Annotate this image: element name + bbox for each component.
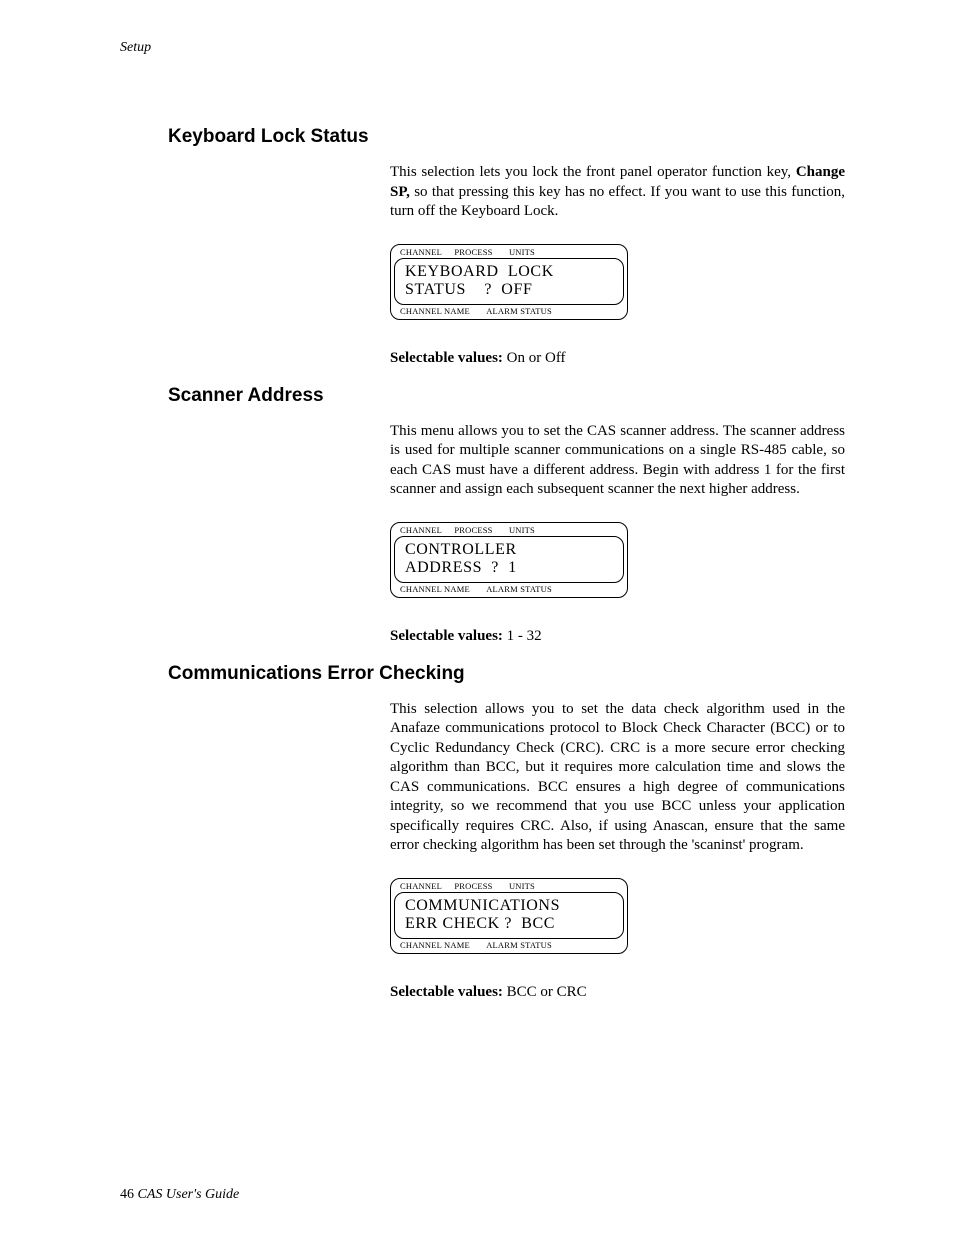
lcd-label-process: PROCESS — [454, 525, 492, 535]
lcd-label-alarm-status: ALARM STATUS — [486, 584, 552, 594]
text-run: This selection lets you lock the front p… — [390, 164, 796, 180]
lcd-label-process: PROCESS — [454, 881, 492, 891]
page-header-section: Setup — [120, 40, 844, 56]
document-page: Setup Keyboard Lock Status This selectio… — [0, 0, 954, 1235]
lcd-line-1: CONTROLLER — [405, 541, 613, 559]
lcd-frame: CHANNEL PROCESS UNITS KEYBOARD LOCK STAT… — [390, 244, 628, 320]
lcd-label-channel: CHANNEL — [400, 525, 442, 535]
selectable-values-comm-err: Selectable values: BCC or CRC — [390, 984, 845, 1001]
lcd-line-1: KEYBOARD LOCK — [405, 263, 613, 281]
selectable-values-scanner-address: Selectable values: 1 - 32 — [390, 628, 845, 645]
selectable-label: Selectable values: — [390, 628, 503, 644]
lcd-label-units: UNITS — [509, 525, 535, 535]
lcd-label-alarm-status: ALARM STATUS — [486, 306, 552, 316]
lcd-bottom-labels: CHANNEL NAME ALARM STATUS — [394, 940, 624, 950]
selectable-value: BCC or CRC — [503, 984, 587, 1000]
selectable-block: Selectable values: BCC or CRC — [390, 984, 845, 1001]
lcd-screen: CONTROLLER ADDRESS ? 1 — [394, 536, 624, 583]
lcd-label-units: UNITS — [509, 881, 535, 891]
text-run: so that pressing this key has no effect.… — [390, 184, 845, 220]
heading-comm-err: Communications Error Checking — [168, 663, 844, 685]
lcd-label-channel-name: CHANNEL NAME — [400, 584, 470, 594]
paragraph-scanner-address: This menu allows you to set the CAS scan… — [390, 422, 845, 500]
selectable-block: Selectable values: On or Off — [390, 350, 845, 367]
lcd-label-alarm-status: ALARM STATUS — [486, 940, 552, 950]
selectable-block: Selectable values: 1 - 32 — [390, 628, 845, 645]
lcd-top-labels: CHANNEL PROCESS UNITS — [394, 247, 624, 257]
lcd-label-channel-name: CHANNEL NAME — [400, 940, 470, 950]
lcd-screen: COMMUNICATIONS ERR CHECK ? BCC — [394, 892, 624, 939]
lcd-line-2: STATUS ? OFF — [405, 281, 613, 299]
lcd-top-labels: CHANNEL PROCESS UNITS — [394, 525, 624, 535]
selectable-label: Selectable values: — [390, 350, 503, 366]
lcd-display-comm-err: CHANNEL PROCESS UNITS COMMUNICATIONS ERR… — [390, 878, 628, 954]
lcd-bottom-labels: CHANNEL NAME ALARM STATUS — [394, 584, 624, 594]
selectable-label: Selectable values: — [390, 984, 503, 1000]
lcd-line-2: ERR CHECK ? BCC — [405, 915, 613, 933]
heading-scanner-address: Scanner Address — [168, 385, 844, 407]
lcd-frame: CHANNEL PROCESS UNITS COMMUNICATIONS ERR… — [390, 878, 628, 954]
paragraph-block: This selection allows you to set the dat… — [390, 700, 845, 856]
paragraph-block: This selection lets you lock the front p… — [390, 163, 845, 222]
lcd-frame: CHANNEL PROCESS UNITS CONTROLLER ADDRESS… — [390, 522, 628, 598]
lcd-label-channel: CHANNEL — [400, 247, 442, 257]
selectable-values-keyboard-lock: Selectable values: On or Off — [390, 350, 845, 367]
lcd-display-scanner-address: CHANNEL PROCESS UNITS CONTROLLER ADDRESS… — [390, 522, 628, 598]
lcd-line-1: COMMUNICATIONS — [405, 897, 613, 915]
lcd-label-channel: CHANNEL — [400, 881, 442, 891]
selectable-value: On or Off — [503, 350, 566, 366]
lcd-label-channel-name: CHANNEL NAME — [400, 306, 470, 316]
lcd-label-units: UNITS — [509, 247, 535, 257]
heading-keyboard-lock: Keyboard Lock Status — [168, 126, 844, 148]
lcd-display-keyboard-lock: CHANNEL PROCESS UNITS KEYBOARD LOCK STAT… — [390, 244, 628, 320]
lcd-line-2: ADDRESS ? 1 — [405, 559, 613, 577]
page-number: 46 — [120, 1187, 134, 1202]
paragraph-block: This menu allows you to set the CAS scan… — [390, 422, 845, 500]
page-footer: 46 CAS User's Guide — [120, 1187, 239, 1203]
selectable-value: 1 - 32 — [503, 628, 542, 644]
lcd-bottom-labels: CHANNEL NAME ALARM STATUS — [394, 306, 624, 316]
footer-title: CAS User's Guide — [138, 1187, 240, 1202]
lcd-screen: KEYBOARD LOCK STATUS ? OFF — [394, 258, 624, 305]
lcd-label-process: PROCESS — [454, 247, 492, 257]
paragraph-comm-err: This selection allows you to set the dat… — [390, 700, 845, 856]
lcd-top-labels: CHANNEL PROCESS UNITS — [394, 881, 624, 891]
paragraph-keyboard-lock: This selection lets you lock the front p… — [390, 163, 845, 222]
